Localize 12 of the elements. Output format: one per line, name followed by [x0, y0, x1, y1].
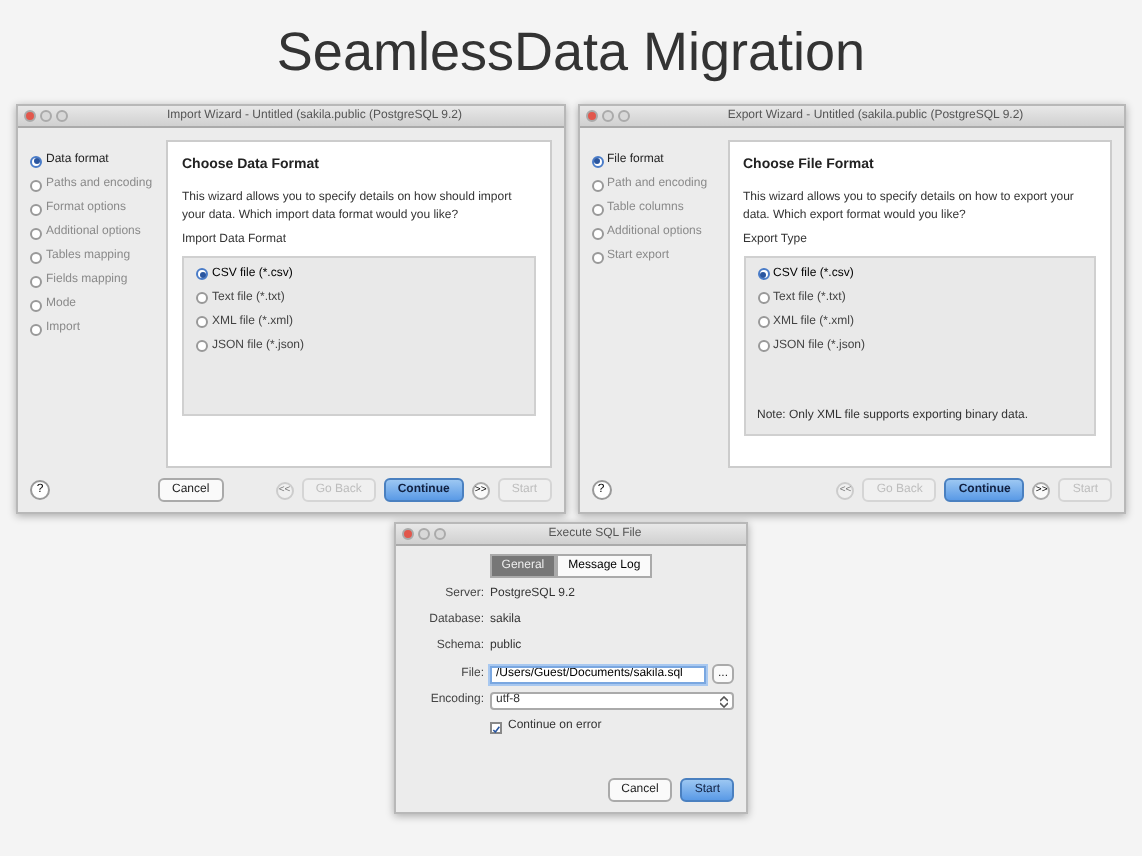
checkbox[interactable] [490, 721, 502, 733]
zoom-button[interactable] [56, 110, 68, 122]
page-title: SeamlessData Migration [274, 20, 868, 86]
minimize-button[interactable] [601, 110, 613, 122]
zoom-button[interactable] [617, 110, 629, 122]
minimize-button[interactable] [40, 110, 52, 122]
close-button[interactable] [402, 528, 414, 540]
close-button[interactable] [24, 110, 36, 122]
updown-icon [720, 695, 728, 707]
minimize-button[interactable] [418, 528, 430, 540]
close-button[interactable] [585, 110, 597, 122]
zoom-button[interactable] [434, 528, 446, 540]
